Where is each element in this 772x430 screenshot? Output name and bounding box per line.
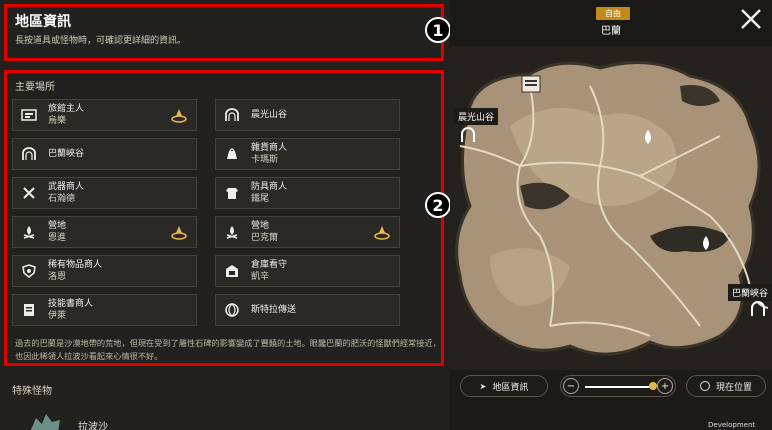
region-info-label: 地區資訊 xyxy=(492,382,529,393)
place-name: 營地 xyxy=(251,221,270,231)
place-card-camp-bakel[interactable]: 營地 巴克爾 xyxy=(215,216,400,248)
monster-icon xyxy=(30,414,60,430)
place-name: 倉庫看守 xyxy=(251,260,288,270)
place-card-stella-teleport[interactable]: 斯特拉傳送 xyxy=(215,294,400,326)
place-npc: 卡瑪斯 xyxy=(251,155,279,165)
place-npc: 洛恩 xyxy=(48,272,67,282)
map-label-dawn-valley[interactable]: 晨光山谷 xyxy=(454,108,499,125)
left-panel: 地區資訊 長按道具或怪物時，可確認更詳細的資訊。 1 主要場所 旅館主人烏樂 晨… xyxy=(0,0,451,430)
place-name: 旅館主人 xyxy=(48,104,85,114)
main-places-section: 主要場所 旅館主人 烏樂 晨光山谷 巴蘭峽谷 雜貨商人 卡瑪斯 武器商人 石瀚德… xyxy=(4,70,444,366)
place-card-camp-enjin[interactable]: 營地 恩進 xyxy=(12,216,197,248)
annotation-badge-2: 2 xyxy=(425,192,451,218)
place-card-skillbook-merchant[interactable]: 技能書商人 伊萊 xyxy=(12,294,197,326)
place-npc: 鐵尾 xyxy=(251,194,270,204)
portal-icon xyxy=(221,299,243,321)
place-npc: 烏樂 xyxy=(48,116,67,126)
quest-icon xyxy=(374,226,390,240)
arrow-icon: ➤ xyxy=(479,381,487,391)
gate-icon xyxy=(18,143,40,165)
place-npc: 伊萊 xyxy=(48,311,67,321)
place-name: 晨光山谷 xyxy=(251,110,288,120)
place-name: 武器商人 xyxy=(48,182,85,192)
inn-icon xyxy=(18,104,40,126)
gate-icon xyxy=(221,104,243,126)
zoom-slider[interactable]: − + xyxy=(560,375,676,397)
region-info-header: 地區資訊 長按道具或怪物時，可確認更詳細的資訊。 xyxy=(4,4,444,61)
place-name: 雜貨商人 xyxy=(251,143,288,153)
annotation-badge-1: 1 xyxy=(425,17,451,43)
place-npc: 石瀚德 xyxy=(48,194,76,204)
zoom-in-icon[interactable]: + xyxy=(657,378,673,394)
campfire-icon xyxy=(221,221,243,243)
place-name: 營地 xyxy=(48,221,67,231)
close-icon[interactable] xyxy=(738,6,764,32)
place-name: 斯特拉傳送 xyxy=(251,305,297,315)
zoom-handle[interactable] xyxy=(649,382,657,390)
shield-icon xyxy=(18,260,40,282)
current-position-button[interactable]: 現在位置 xyxy=(686,375,766,397)
place-name: 稀有物品商人 xyxy=(48,260,103,270)
current-position-label: 現在位置 xyxy=(715,382,752,393)
map-terrain xyxy=(450,46,772,370)
pvp-status-badge: 自由 xyxy=(596,7,630,20)
place-card-rare-merchant[interactable]: 稀有物品商人 洛恩 xyxy=(12,255,197,287)
map-label-balan-canyon[interactable]: 巴蘭峽谷 xyxy=(728,284,772,301)
campfire-icon xyxy=(18,221,40,243)
place-card-general-merchant[interactable]: 雜貨商人 卡瑪斯 xyxy=(215,138,400,170)
place-card-balan-canyon[interactable]: 巴蘭峽谷 xyxy=(12,138,197,170)
bag-icon xyxy=(221,143,243,165)
place-card-storage-keeper[interactable]: 倉庫看守 凱辛 xyxy=(215,255,400,287)
zoom-out-icon[interactable]: − xyxy=(563,378,579,394)
region-description: 過去的巴蘭是沙漠地帶的荒地，但現在受到了屬性石碑的影響變成了豐饒的土地。眼饞巴蘭… xyxy=(15,338,441,361)
target-icon xyxy=(699,381,710,391)
armor-icon xyxy=(221,182,243,204)
quest-icon xyxy=(171,226,187,240)
page-subtitle: 長按道具或怪物時，可確認更詳細的資訊。 xyxy=(15,36,187,46)
place-name: 防具商人 xyxy=(251,182,288,192)
place-npc: 巴克爾 xyxy=(251,233,279,243)
special-monsters-title: 特殊怪物 xyxy=(12,386,52,397)
special-monster-name[interactable]: 拉波沙 xyxy=(78,418,108,430)
page-title: 地區資訊 xyxy=(15,14,71,30)
quest-icon xyxy=(171,109,187,123)
place-name: 技能書商人 xyxy=(48,299,94,309)
place-card-armor-merchant[interactable]: 防具商人 鐵尾 xyxy=(215,177,400,209)
place-card-weapon-merchant[interactable]: 武器商人 石瀚德 xyxy=(12,177,197,209)
storage-icon xyxy=(221,260,243,282)
zoom-track[interactable] xyxy=(585,386,653,388)
region-name: 巴蘭 xyxy=(601,26,621,37)
world-map[interactable]: 晨光山谷 巴蘭峽谷 xyxy=(450,46,772,370)
swords-icon xyxy=(18,182,40,204)
place-name: 巴蘭峽谷 xyxy=(48,149,85,159)
region-info-button[interactable]: ➤ 地區資訊 xyxy=(460,375,548,397)
dev-build-label: Development Build xyxy=(708,421,756,430)
place-card-dawn-valley[interactable]: 晨光山谷 xyxy=(215,99,400,131)
place-card-inn[interactable]: 旅館主人 烏樂 xyxy=(12,99,197,131)
place-npc: 恩進 xyxy=(48,233,67,243)
book-icon xyxy=(18,299,40,321)
main-places-title: 主要場所 xyxy=(15,82,55,93)
place-npc: 凱辛 xyxy=(251,272,270,282)
